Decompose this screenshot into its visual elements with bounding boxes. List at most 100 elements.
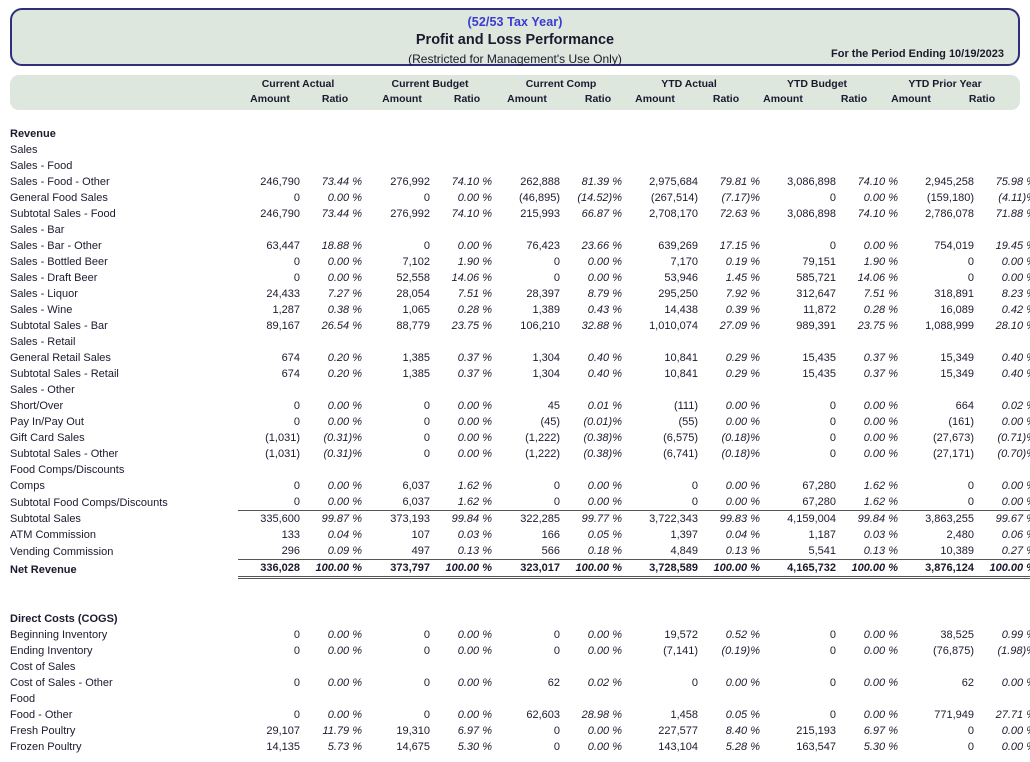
cell-amount: (1,222) <box>492 446 560 462</box>
cell-amount: 0 <box>362 238 430 254</box>
cell-amount <box>622 222 698 238</box>
cell-ratio <box>430 659 492 675</box>
column-subheader-amount: Amount <box>615 93 695 105</box>
cell-amount: (161) <box>898 414 974 430</box>
cell-ratio: (0.19)% <box>698 643 760 659</box>
cell-ratio <box>836 382 898 398</box>
spacer-cell <box>10 110 1030 126</box>
cell-ratio: 100.00 % <box>300 560 362 578</box>
row-label: General Retail Sales <box>10 350 238 366</box>
cell-ratio: 23.66 % <box>560 238 622 254</box>
double-rule-cell <box>836 578 898 596</box>
cell-ratio: 0.37 % <box>430 350 492 366</box>
cell-amount: 4,849 <box>622 543 698 560</box>
cell-amount: (1,031) <box>238 430 300 446</box>
cell-ratio <box>300 334 362 350</box>
cell-ratio: 0.00 % <box>430 398 492 414</box>
row-label: Comps <box>10 478 238 494</box>
row-label: Sales - Retail <box>10 334 238 350</box>
column-subheader-amount: Amount <box>743 93 823 105</box>
cell-amount: 0 <box>362 627 430 643</box>
cell-amount <box>898 142 974 158</box>
cell-ratio: 14.06 % <box>836 270 898 286</box>
cell-ratio <box>836 691 898 707</box>
cell-ratio: 0.00 % <box>836 675 898 691</box>
cell-ratio <box>430 126 492 142</box>
cell-amount: 0 <box>760 414 836 430</box>
cell-amount: 4,159,004 <box>760 511 836 528</box>
cell-amount: (7,141) <box>622 643 698 659</box>
row-label: Subtotal Sales - Other <box>10 446 238 462</box>
cell-ratio <box>560 142 622 158</box>
cell-amount: (267,514) <box>622 190 698 206</box>
cell-ratio <box>430 334 492 350</box>
cell-amount: (1,031) <box>238 446 300 462</box>
cell-ratio: 0.00 % <box>560 478 622 494</box>
cell-amount: 106,210 <box>492 318 560 334</box>
cell-ratio: 0.00 % <box>698 675 760 691</box>
cell-ratio <box>974 382 1030 398</box>
cell-amount: 7,102 <box>362 254 430 270</box>
cell-amount <box>760 611 836 627</box>
cell-amount <box>622 691 698 707</box>
column-group-header: YTD Budget <box>747 78 887 90</box>
cell-amount: 2,975,684 <box>622 174 698 190</box>
cell-ratio: 74.10 % <box>836 174 898 190</box>
cell-amount: 497 <box>362 543 430 560</box>
cell-ratio: 0.00 % <box>300 643 362 659</box>
cell-ratio: 0.00 % <box>300 190 362 206</box>
cell-ratio: 0.00 % <box>430 627 492 643</box>
cell-amount: 0 <box>238 478 300 494</box>
cell-ratio <box>300 462 362 478</box>
cell-ratio: 0.00 % <box>300 494 362 511</box>
table-row: Fresh Poultry29,10711.79 %19,3106.97 %00… <box>10 723 1030 739</box>
cell-ratio: 99.84 % <box>430 511 492 528</box>
cell-ratio: 0.00 % <box>430 675 492 691</box>
cell-ratio: 1.45 % <box>698 270 760 286</box>
cell-ratio <box>698 142 760 158</box>
cell-amount: 14,675 <box>362 739 430 755</box>
table-row: Subtotal Sales - Food246,79073.44 %276,9… <box>10 206 1030 222</box>
cell-ratio <box>836 126 898 142</box>
table-row: Subtotal Sales - Other(1,031)(0.31)%00.0… <box>10 446 1030 462</box>
table-row: Sales - Retail <box>10 334 1030 350</box>
cell-amount <box>760 659 836 675</box>
cell-ratio: (1.98)% <box>974 643 1030 659</box>
table-row: Sales - Bar <box>10 222 1030 238</box>
table-row: Sales - Draft Beer00.00 %52,55814.06 %00… <box>10 270 1030 286</box>
cell-amount: 45 <box>492 398 560 414</box>
cell-amount: 2,708,170 <box>622 206 698 222</box>
cell-amount: 0 <box>238 398 300 414</box>
table-row: Comps00.00 %6,0371.62 %00.00 %00.00 %67,… <box>10 478 1030 494</box>
row-label: Subtotal Sales - Bar <box>10 318 238 334</box>
cell-ratio <box>430 158 492 174</box>
cell-amount <box>492 126 560 142</box>
row-label: Sales <box>10 142 238 158</box>
cell-ratio: 0.00 % <box>300 414 362 430</box>
cell-amount: 15,349 <box>898 366 974 382</box>
cell-amount: (45) <box>492 414 560 430</box>
cell-amount: 0 <box>898 254 974 270</box>
cell-ratio: 99.83 % <box>698 511 760 528</box>
cell-amount: 322,285 <box>492 511 560 528</box>
row-label: Cost of Sales - Other <box>10 675 238 691</box>
cell-amount: 15,435 <box>760 366 836 382</box>
cell-amount <box>238 382 300 398</box>
row-label: Subtotal Sales - Retail <box>10 366 238 382</box>
cell-ratio: 0.00 % <box>698 494 760 511</box>
cell-ratio: 8.40 % <box>698 723 760 739</box>
cell-ratio: 0.00 % <box>560 270 622 286</box>
rule-spacer <box>10 578 238 596</box>
cell-ratio <box>430 462 492 478</box>
cell-ratio: 17.15 % <box>698 238 760 254</box>
cell-ratio: 1.62 % <box>430 494 492 511</box>
row-label: Sales - Food - Other <box>10 174 238 190</box>
cell-amount: 0 <box>362 643 430 659</box>
cell-amount <box>760 158 836 174</box>
cell-amount <box>238 611 300 627</box>
cell-amount <box>362 126 430 142</box>
cell-ratio: (14.52)% <box>560 190 622 206</box>
cell-ratio: 26.54 % <box>300 318 362 334</box>
cell-amount: 276,992 <box>362 174 430 190</box>
cell-amount <box>492 382 560 398</box>
